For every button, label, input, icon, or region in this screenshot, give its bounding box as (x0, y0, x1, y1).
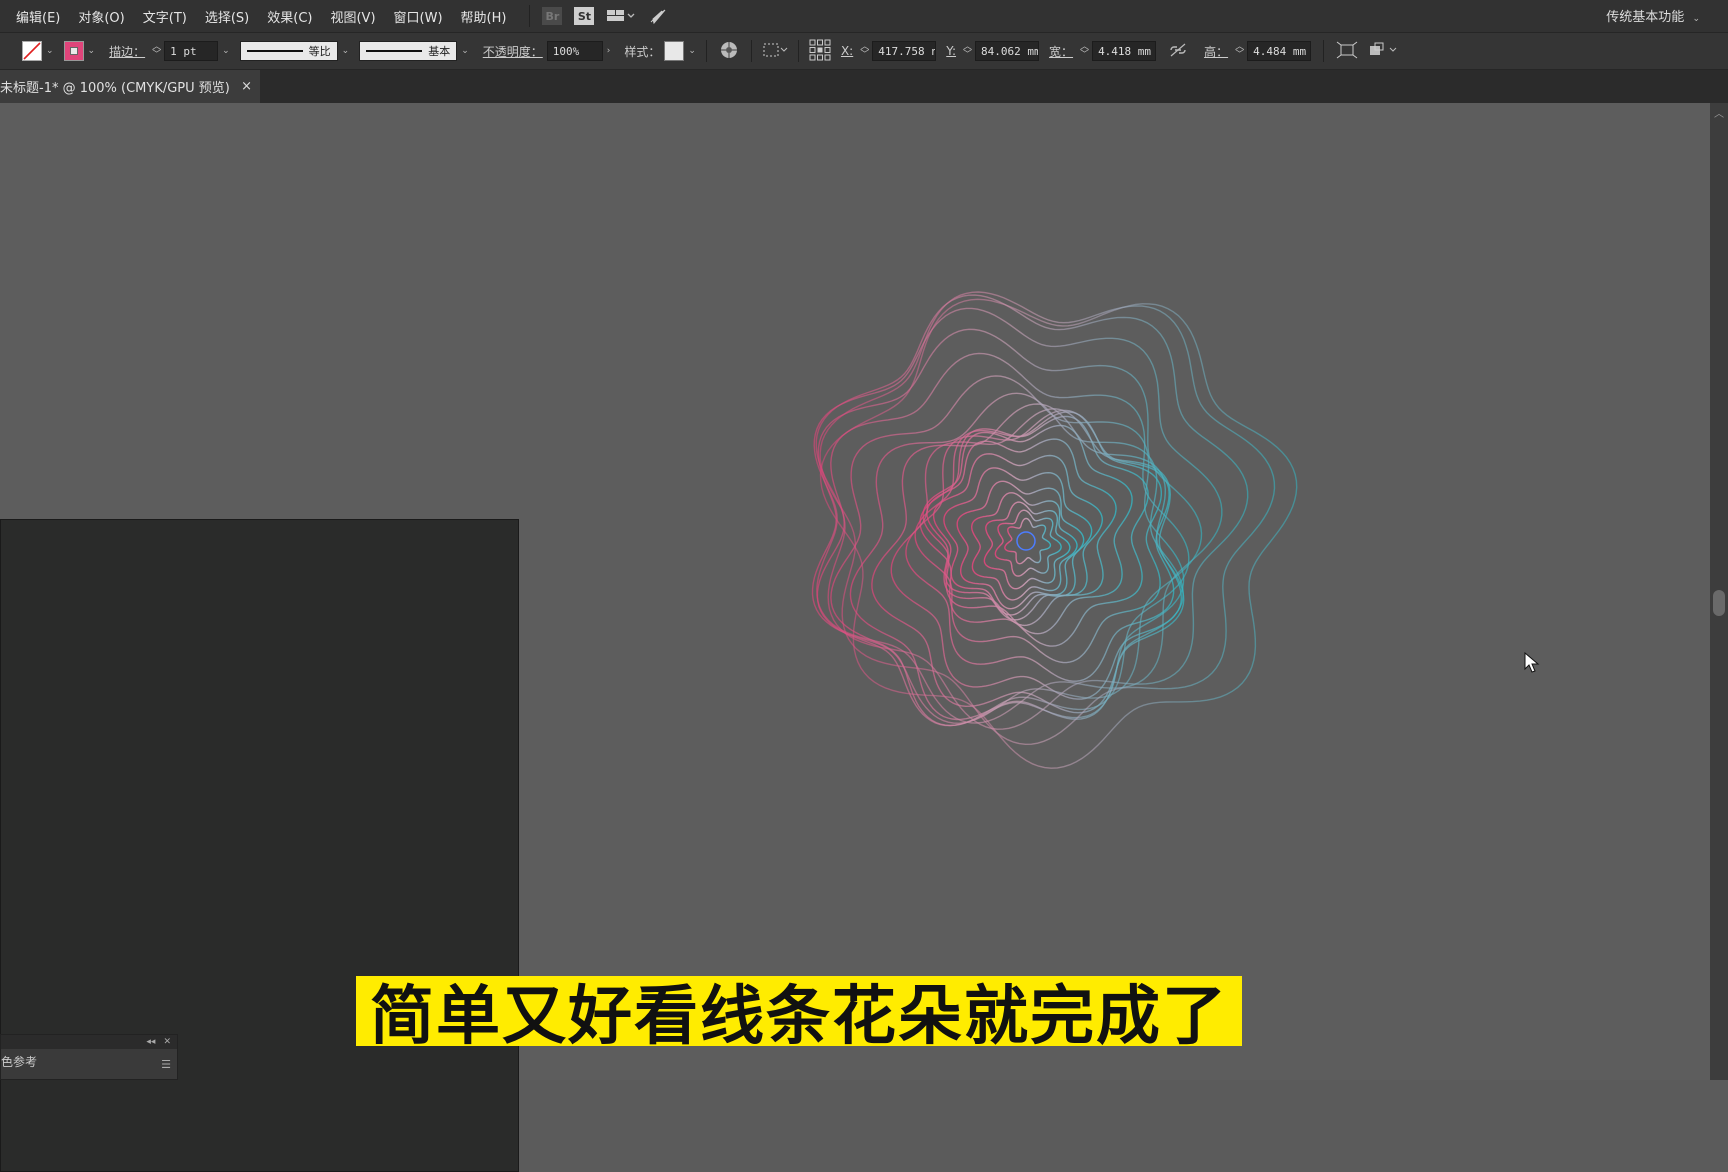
subtitle-caption: 简单又好看线条花朵就完成了 (356, 976, 1242, 1046)
divider (1323, 40, 1325, 62)
menu-view[interactable]: 视图(V) (321, 7, 384, 26)
y-label[interactable]: Y: (946, 44, 956, 58)
profile-label: 等比 (308, 45, 331, 58)
panel-title[interactable]: 色参考 (1, 1049, 177, 1070)
chevron-up-icon[interactable]: ︿ (1714, 105, 1724, 120)
scrollbar-thumb[interactable] (1713, 590, 1725, 616)
stroke-label[interactable]: 描边： (109, 43, 145, 60)
height-label[interactable]: 高： (1204, 43, 1228, 60)
canvas[interactable] (0, 103, 1710, 1172)
document-tab-bar: 未标题-1* @ 100% (CMYK/GPU 预览) × (0, 70, 1728, 103)
chevron-down-icon[interactable]: ⌄ (88, 46, 96, 56)
stroke-weight-stepper[interactable]: ︿ ﹀ (152, 43, 161, 60)
panel-header: ◂◂ ✕ (1, 1035, 177, 1049)
transform-icon[interactable] (1336, 41, 1358, 62)
document-tab-title: 未标题-1* @ 100% (CMYK/GPU 预览) (0, 81, 230, 96)
constrain-proportions-icon[interactable] (1168, 42, 1188, 61)
workspace-switcher[interactable]: 传统基本功能 ⌄ (1606, 6, 1704, 25)
divider (797, 40, 799, 62)
chevron-down-icon[interactable]: ⌄ (222, 46, 230, 56)
menu-help[interactable]: 帮助(H) (452, 7, 516, 26)
menu-effect[interactable]: 效果(C) (258, 7, 321, 26)
width-label[interactable]: 宽： (1049, 43, 1073, 60)
vertical-scrollbar[interactable]: ︿ (1710, 103, 1728, 1080)
chevron-right-icon[interactable]: › (607, 46, 611, 56)
menu-edit[interactable]: 编辑(E) (0, 7, 69, 26)
y-position-input[interactable]: 84.062 mm (975, 41, 1040, 61)
panel-menu-icon[interactable]: ☰ (161, 1058, 171, 1071)
gpu-performance-icon[interactable] (648, 7, 668, 25)
flower-curve (1004, 517, 1052, 565)
reference-point-icon[interactable] (809, 39, 831, 64)
stroke-weight-input[interactable]: 1 pt (164, 41, 219, 61)
workspace-label: 传统基本功能 (1606, 10, 1685, 25)
selected-object-bounds[interactable] (1016, 531, 1036, 551)
arrange-documents-icon[interactable] (606, 8, 636, 24)
flower-curve (811, 328, 1203, 725)
color-guide-panel: ◂◂ ✕ 色参考 ☰ (0, 1034, 178, 1080)
flower-curve (919, 415, 1149, 647)
x-label[interactable]: X: (841, 44, 853, 58)
y-stepper[interactable]: ︿ ﹀ (963, 43, 972, 60)
close-icon[interactable]: × (241, 79, 252, 94)
isolate-selected-icon[interactable] (1368, 41, 1400, 62)
flower-curve (819, 298, 1298, 769)
divider (529, 5, 531, 27)
brush-definition[interactable]: 基本 (359, 41, 458, 61)
opacity-input[interactable]: 100% (546, 41, 603, 61)
menu-window[interactable]: 窗口(W) (385, 7, 452, 26)
chevron-down-icon[interactable]: ⌄ (688, 46, 696, 56)
close-icon[interactable]: ✕ (163, 1037, 171, 1047)
chevron-down-icon: ⌄ (1692, 14, 1700, 24)
chevron-down-icon[interactable]: ⌄ (342, 46, 350, 56)
flower-curves (811, 291, 1298, 769)
style-label: 样式： (624, 44, 661, 59)
menu-bar: 编辑(E) 对象(O) 文字(T) 选择(S) 效果(C) 视图(V) 窗口(W… (0, 0, 1728, 33)
fill-swatch[interactable] (22, 41, 42, 61)
width-input[interactable]: 4.418 mm (1092, 41, 1157, 61)
menu-select[interactable]: 选择(S) (196, 7, 258, 26)
chevron-down-icon[interactable]: ⌄ (461, 46, 469, 56)
document-tab[interactable]: 未标题-1* @ 100% (CMYK/GPU 预览) × (0, 70, 260, 103)
bridge-icon[interactable]: Br (542, 7, 563, 25)
selection-marquee-icon[interactable] (762, 41, 788, 62)
divider (750, 40, 752, 62)
height-input[interactable]: 4.484 mm (1247, 41, 1312, 61)
collapse-icon[interactable]: ◂◂ (146, 1037, 155, 1047)
stock-icon[interactable]: St (574, 7, 595, 25)
x-position-input[interactable]: 417.758 n (872, 41, 937, 61)
recolor-artwork-icon[interactable] (719, 40, 739, 63)
x-stepper[interactable]: ︿ ﹀ (860, 43, 869, 60)
menu-object[interactable]: 对象(O) (69, 7, 133, 26)
opacity-label[interactable]: 不透明度： (483, 43, 543, 60)
divider (705, 40, 707, 62)
width-stepper[interactable]: ︿ ﹀ (1080, 43, 1089, 60)
control-bar: ⌄ ⌄ 描边： ︿ ﹀ 1 pt ⌄ 等比 ⌄ 基本 ⌄ 不透明度： 100% ›… (0, 33, 1728, 70)
line-flower-artwork[interactable] (0, 103, 1710, 1080)
chevron-down-icon[interactable]: ⌄ (46, 46, 54, 56)
stroke-swatch[interactable] (63, 41, 84, 61)
flower-curve (983, 501, 1071, 590)
height-stepper[interactable]: ︿ ﹀ (1235, 43, 1244, 60)
variable-width-profile[interactable]: 等比 (239, 41, 338, 61)
graphic-style-swatch[interactable] (664, 41, 685, 61)
cursor-icon (1524, 652, 1540, 673)
brush-label: 基本 (428, 45, 451, 58)
menu-type[interactable]: 文字(T) (134, 7, 196, 26)
